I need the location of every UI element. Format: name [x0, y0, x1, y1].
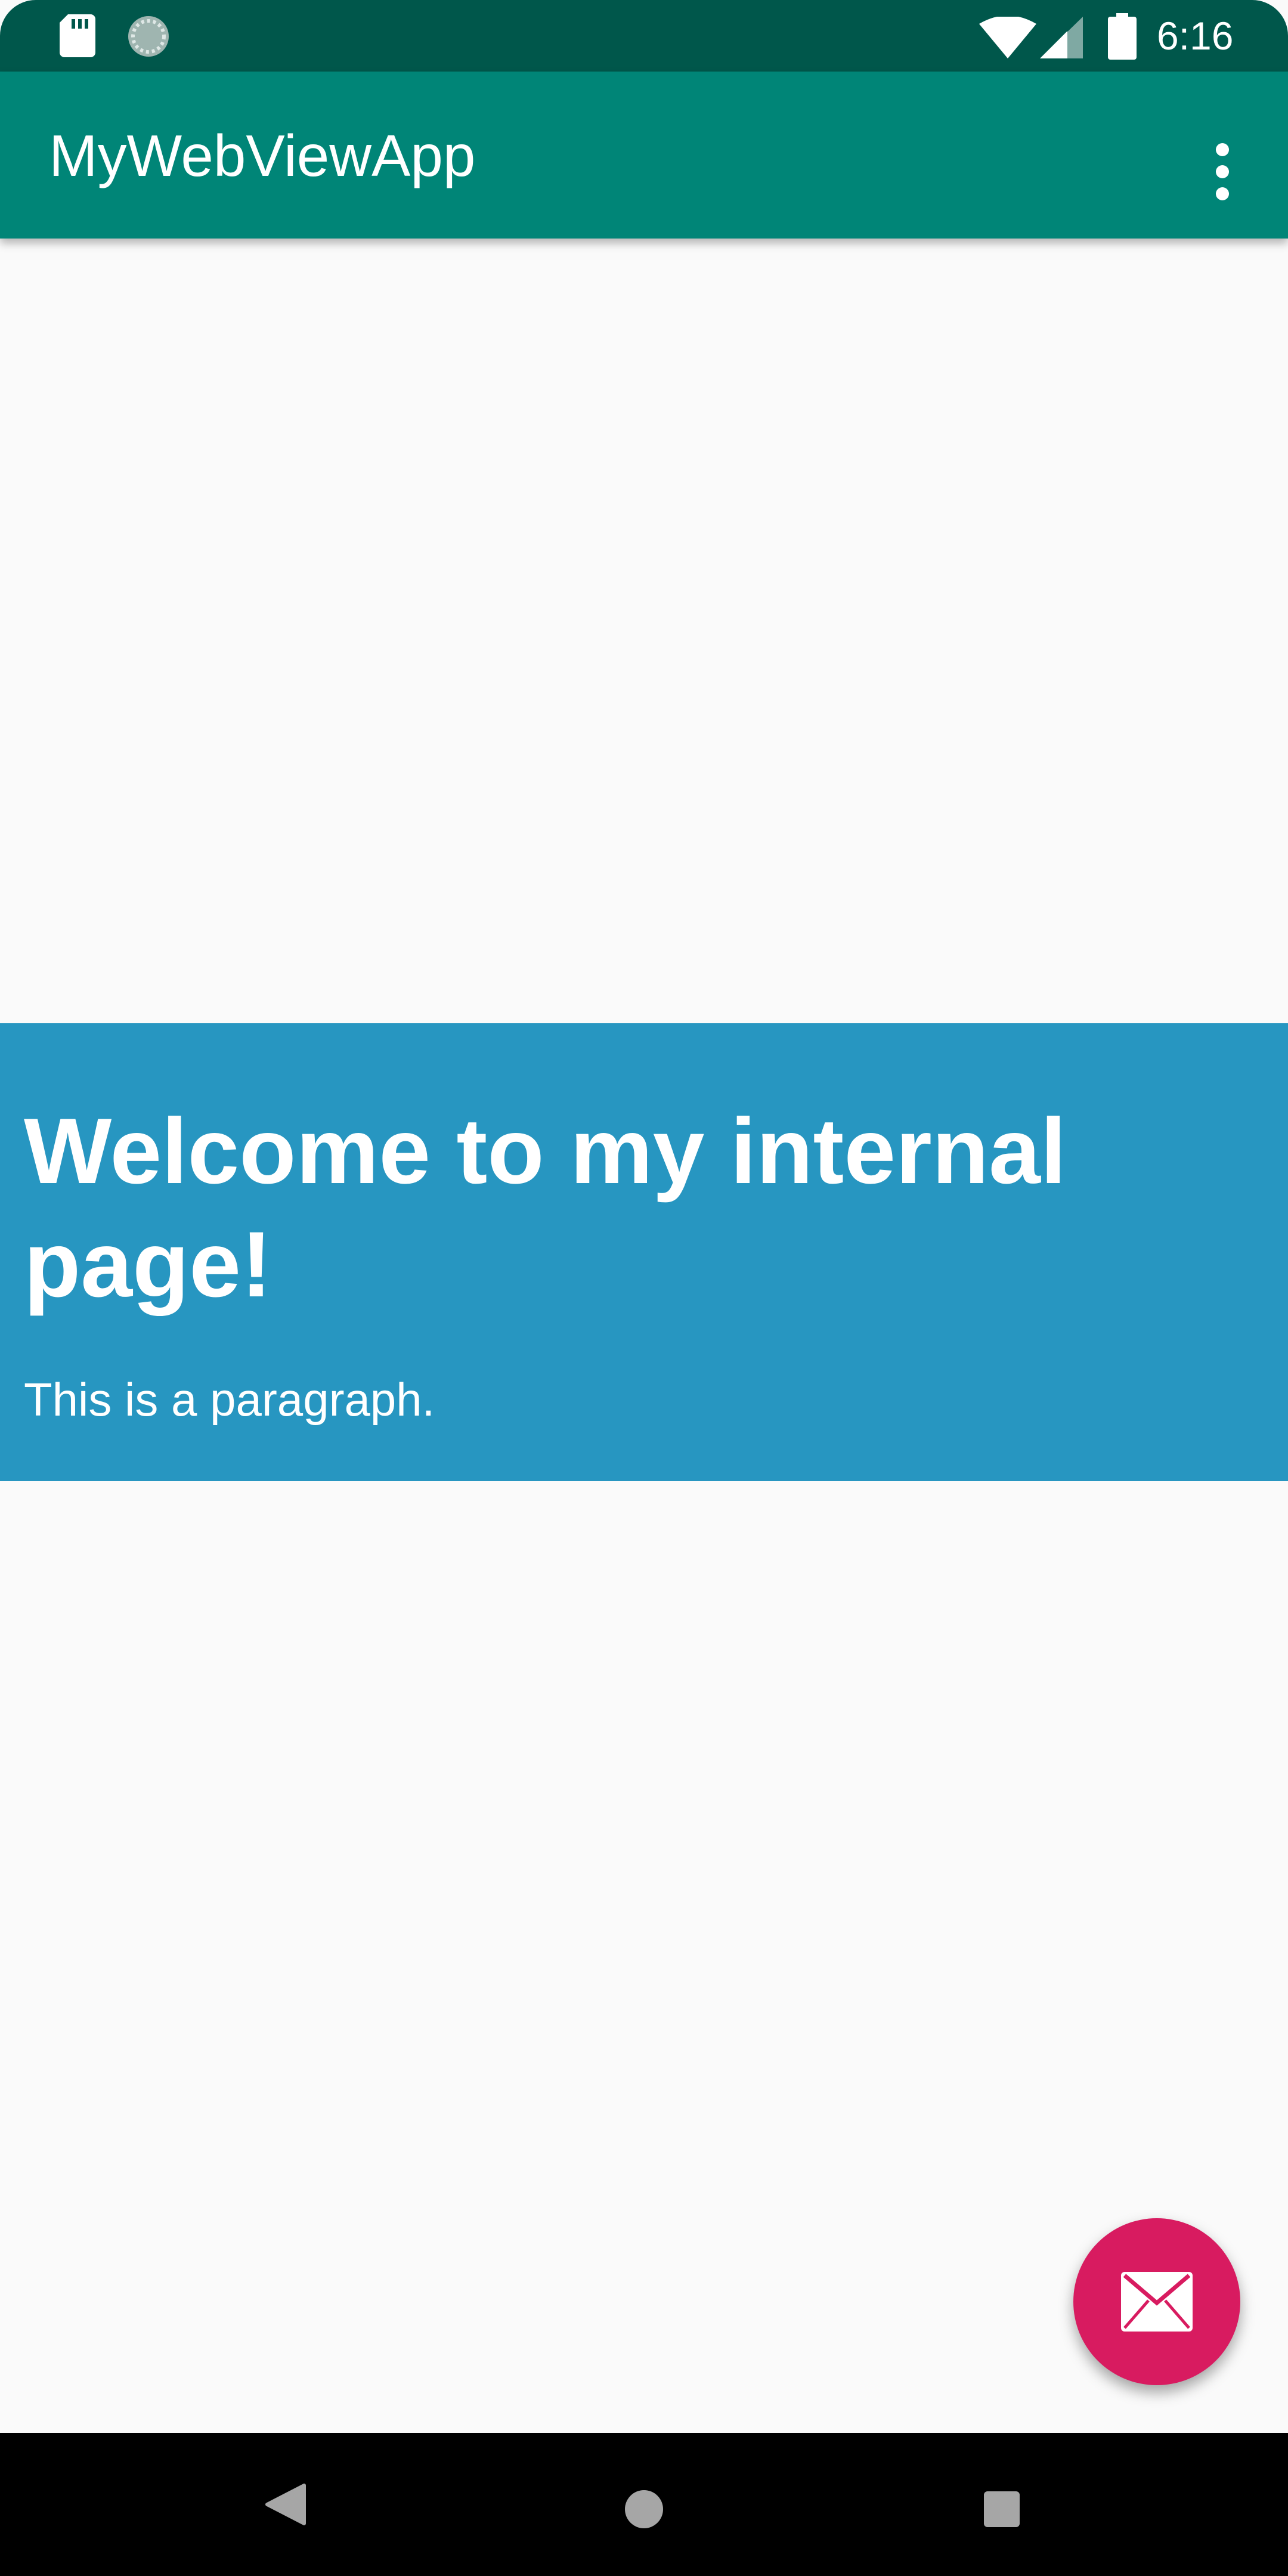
status-bar: 6:16 [0, 0, 1288, 72]
welcome-banner: Welcome to my internal page! This is a p… [0, 1023, 1288, 1481]
more-vert-icon[interactable] [1199, 143, 1246, 215]
webview-content: Welcome to my internal page! This is a p… [0, 239, 1288, 2433]
status-clock: 6:16 [1157, 14, 1234, 58]
mail-icon [1121, 2272, 1193, 2332]
app-bar: MyWebViewApp [0, 72, 1288, 239]
app-title: MyWebViewApp [49, 123, 476, 188]
sd-card-icon [60, 14, 95, 57]
email-fab-button[interactable] [1073, 2218, 1240, 2385]
page-heading: Welcome to my internal page! [24, 1100, 1067, 1317]
back-icon[interactable] [262, 2481, 310, 2528]
cell-signal-icon [1040, 17, 1083, 58]
home-icon[interactable] [620, 2485, 668, 2533]
wifi-icon [979, 17, 1036, 58]
navigation-bar [0, 2433, 1288, 2576]
battery-icon [1108, 13, 1137, 60]
sync-icon [128, 16, 169, 57]
recents-icon[interactable] [978, 2485, 1026, 2533]
phone-screen: 6:16 MyWebViewApp Welcome to my internal… [0, 0, 1288, 2576]
page-paragraph: This is a paragraph. [24, 1373, 435, 1426]
